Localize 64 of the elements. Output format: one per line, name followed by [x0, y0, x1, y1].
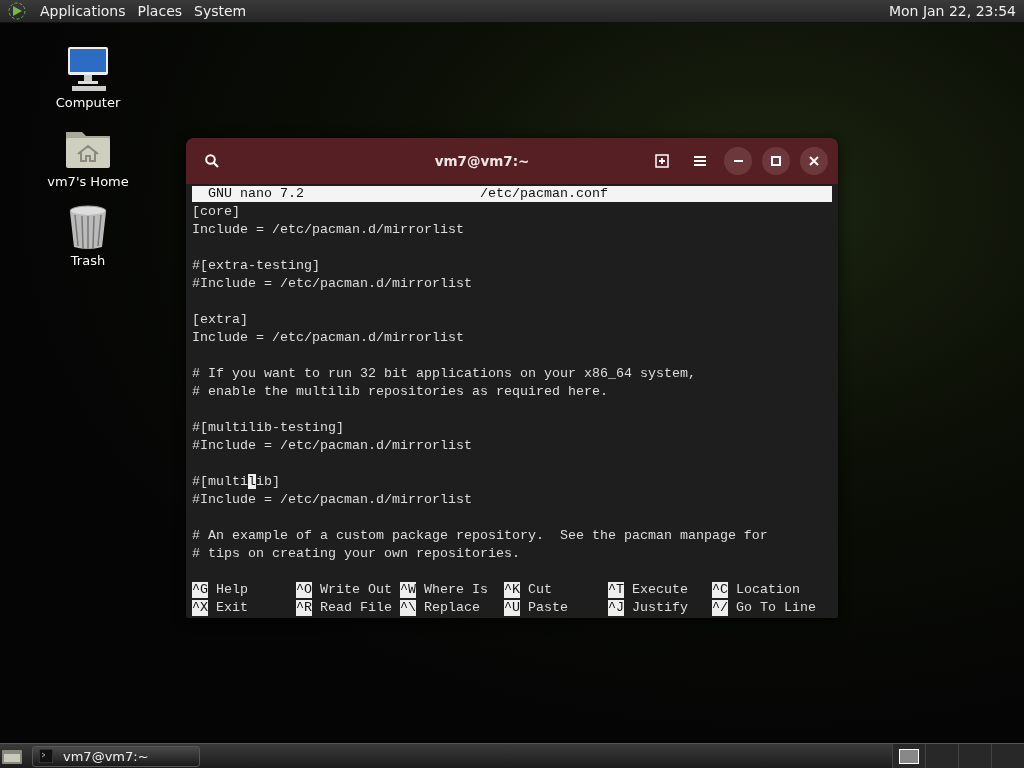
- workspace-button[interactable]: [892, 744, 925, 768]
- text-cursor: l: [248, 474, 256, 489]
- code-line: #[extra-testing]: [192, 258, 320, 273]
- icon-label[interactable]: Trash: [70, 253, 106, 268]
- code-line: #Include = /etc/pacman.d/mirrorlist: [192, 438, 472, 453]
- shortcut-key: ^X: [192, 600, 208, 616]
- taskbar-button[interactable]: vm7@vm7:~: [32, 745, 200, 767]
- logo-icon: [8, 2, 26, 20]
- code-line: #[multi: [192, 474, 248, 489]
- code-line: # tips on creating your own repositories.: [192, 546, 520, 561]
- clock: Mon Jan 22, 23:54: [887, 3, 1017, 19]
- file-name: /etc/pacman.conf: [480, 186, 608, 202]
- shortcut-key: ^K: [504, 582, 520, 598]
- icon-label[interactable]: vm7's Home: [47, 174, 129, 189]
- code-line: [extra]: [192, 312, 248, 327]
- maximize-icon: [769, 154, 783, 168]
- icon-label[interactable]: Computer: [55, 95, 121, 110]
- shortcut-key: ^R: [296, 600, 312, 616]
- code-line: # If you want to run 32 bit applications on your x86_64 system,: [192, 366, 696, 381]
- code-line: #Include = /etc/pacman.d/mirrorlist: [192, 276, 472, 291]
- shortcut-label: Go To Line: [735, 599, 816, 617]
- code-line: Include = /etc/pacman.d/mirrorlist: [192, 222, 464, 237]
- terminal-icon: [39, 749, 53, 763]
- shortcut-key: ^/: [712, 600, 728, 616]
- code-line: ib]: [256, 474, 280, 489]
- shortcut-key: ^O: [296, 582, 312, 598]
- code-line: Include = /etc/pacman.d/mirrorlist: [192, 330, 464, 345]
- minimize-icon: [733, 160, 743, 162]
- shortcut-label: Replace: [423, 599, 480, 617]
- shortcut-key: ^W: [400, 582, 416, 598]
- close-icon: [807, 154, 821, 168]
- shortcut-key: ^G: [192, 582, 208, 598]
- new-tab-icon: [655, 154, 669, 168]
- shortcut-label: Exit: [215, 599, 248, 617]
- window-title: vm7@vm7:~: [433, 153, 531, 169]
- editor-version: GNU nano 7.2: [207, 186, 305, 202]
- shortcut-label: Read File: [319, 599, 392, 617]
- workspace-window-icon: [899, 748, 919, 764]
- shortcut-label: Execute: [631, 581, 688, 599]
- close-button[interactable]: [800, 147, 828, 175]
- maximize-button[interactable]: [762, 147, 790, 175]
- shortcut-key: ^\: [400, 600, 416, 616]
- shortcut-key: ^T: [608, 582, 624, 598]
- code-line: # enable the multilib repositories as required here.: [192, 384, 608, 399]
- code-line: #[multilib-testing]: [192, 420, 344, 435]
- menu-icon: [693, 154, 707, 168]
- menu-item[interactable]: System: [188, 3, 253, 19]
- shortcut-label: Paste: [527, 599, 568, 617]
- shortcut-label: Justify: [631, 599, 688, 617]
- menu-item[interactable]: Applications: [34, 3, 132, 19]
- shortcut-label: Where Is: [423, 581, 488, 599]
- shortcut-key: ^U: [504, 600, 520, 616]
- search-icon: [205, 154, 219, 168]
- code-line: # An example of a custom package repository. See the pacman manpage for: [192, 528, 768, 543]
- shortcut-label: Help: [215, 581, 248, 599]
- code-line: #Include = /etc/pacman.d/mirrorlist: [192, 492, 472, 507]
- code-line: [core]: [192, 204, 240, 219]
- shortcut-label: Cut: [527, 581, 552, 599]
- shortcut-label: Location: [735, 581, 800, 599]
- shortcut-key: ^C: [712, 582, 728, 598]
- shortcut-key: ^J: [608, 600, 624, 616]
- shortcut-label: Write Out: [319, 581, 392, 599]
- minimize-button[interactable]: [724, 147, 752, 175]
- menu-item[interactable]: Places: [131, 3, 189, 19]
